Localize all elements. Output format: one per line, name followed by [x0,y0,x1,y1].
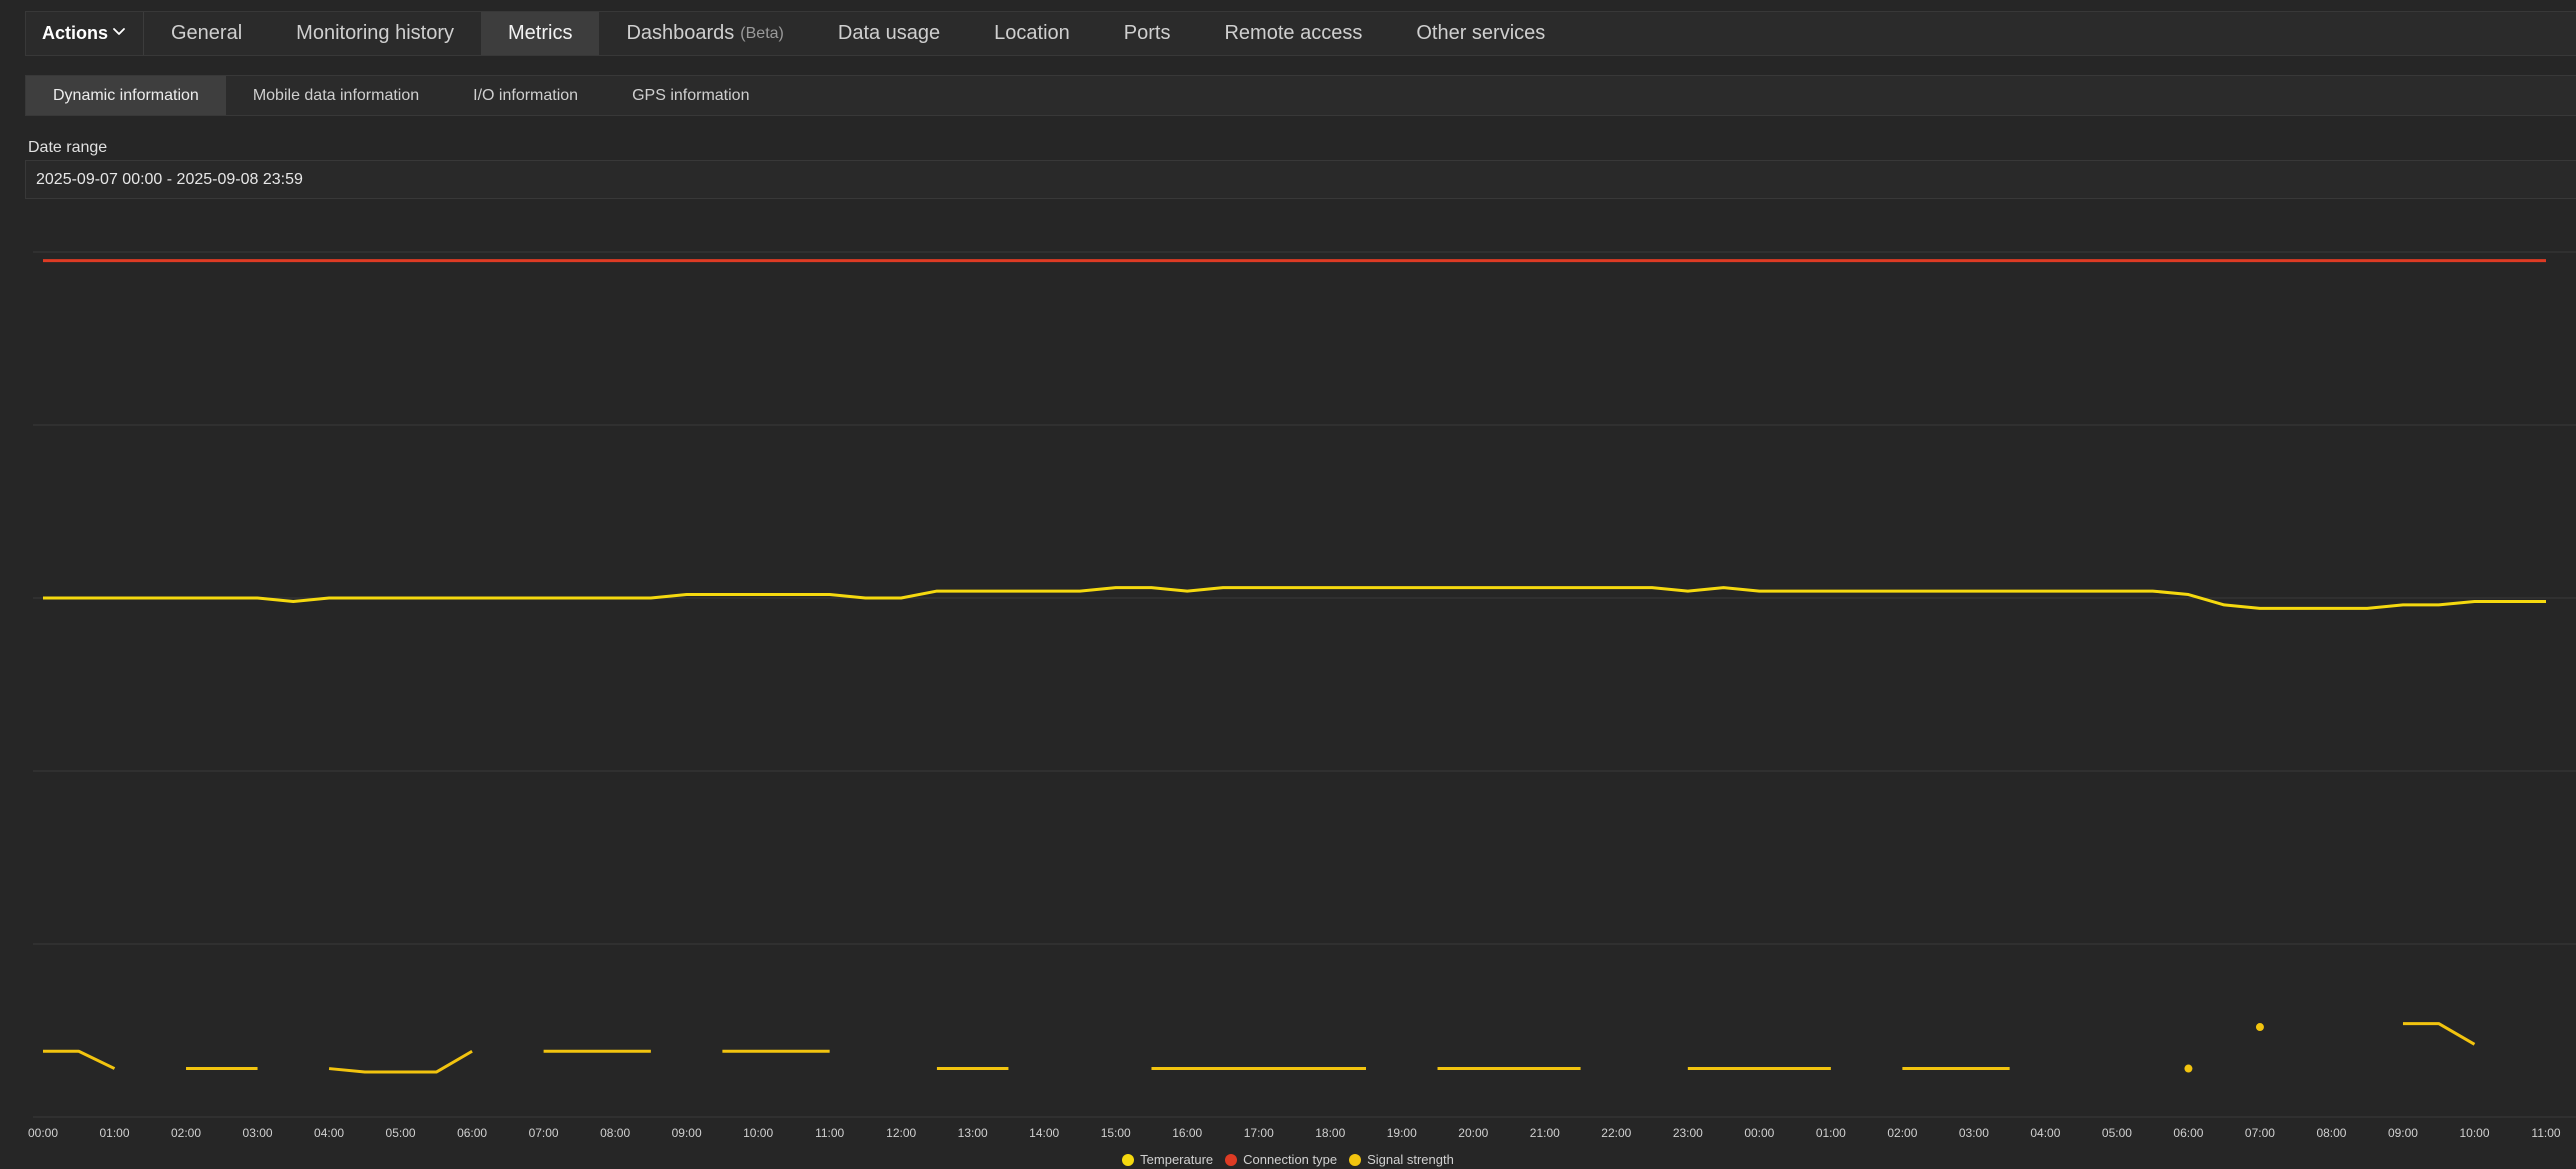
legend-item-connection-type[interactable]: Connection type [1225,1152,1337,1167]
tab-other-services[interactable]: Other services [1389,12,1572,55]
chart-legend: Temperature Connection type Signal stren… [0,1152,2576,1167]
tab-label: Location [994,22,1070,44]
legend-label: Connection type [1243,1152,1338,1167]
tab-remote-access[interactable]: Remote access [1197,12,1389,55]
tab-label: Ports [1123,22,1171,44]
x-tick-label: 11:00 [815,1126,844,1140]
signal-strength-point[interactable] [2184,1064,2193,1073]
x-tick-label: 07:00 [529,1126,559,1140]
x-tick-label: 08:00 [600,1126,630,1140]
x-tick-label: 16:00 [1172,1126,1202,1140]
signal-strength-line[interactable] [328,1049,473,1074]
x-tick-label: 11:00 [2531,1126,2560,1140]
tab-label: General [171,22,243,44]
tab-label: Data usage [837,22,941,44]
x-tick-label: 04:00 [2030,1126,2060,1140]
tab-dashboards[interactable]: Dashboards (Beta) [599,12,810,55]
legend-dot-icon [1122,1153,1135,1166]
tab-monitoring-history[interactable]: Monitoring history [269,12,481,55]
signal-strength-line[interactable] [43,1049,116,1070]
signal-strength-point[interactable] [2255,1023,2264,1032]
x-tick-label: 12:00 [886,1126,916,1140]
subtab-gps-information[interactable]: GPS information [605,76,776,115]
tab-ports[interactable]: Ports [1097,12,1198,55]
x-tick-label: 09:00 [672,1126,702,1140]
x-tick-label: 08:00 [2316,1126,2346,1140]
x-tick-label: 03:00 [243,1126,273,1140]
tab-general[interactable]: General [144,12,269,55]
date-range-label: Date range [28,139,108,156]
actions-label: Actions [42,23,109,43]
signal-strength-line[interactable] [2402,1022,2476,1046]
legend-label: Signal strength [1367,1152,1454,1167]
x-tick-label: 06:00 [2173,1126,2203,1140]
metrics-chart: 00:00 01:00 02:00 03:00 04:00 05:00 06:00 07:00… [28,251,2576,1140]
x-tick-label: 04:00 [314,1126,344,1140]
x-tick-label: 13:00 [958,1126,988,1140]
legend-item-signal-strength[interactable]: Signal strength [1349,1152,1454,1167]
x-tick-label: 17:00 [1244,1126,1274,1140]
subtab-mobile-data-information[interactable]: Mobile data information [226,76,446,115]
tab-label: Remote access [1224,22,1363,44]
legend-item-temperature[interactable]: Temperature [1122,1152,1213,1167]
subtab-io-information[interactable]: I/O information [446,76,605,115]
top-navigation: Actions General Monitoring history Metri… [25,11,2576,56]
tab-metrics[interactable]: Metrics [481,12,600,55]
chart-grid [33,251,2576,1118]
actions-dropdown-button[interactable]: Actions [26,12,144,55]
tab-location[interactable]: Location [967,12,1097,55]
date-range-input[interactable]: 2025-09-07 00:00 - 2025-09-08 23:59 [25,160,2576,199]
subtab-label: Dynamic information [53,86,199,104]
subtab-label: I/O information [473,86,579,104]
x-tick-label: 05:00 [386,1126,416,1140]
chart-series [43,259,2546,1074]
x-tick-label: 02:00 [1887,1126,1917,1140]
subtab-dynamic-information[interactable]: Dynamic information [26,76,226,115]
x-axis-ticks: 00:00 01:00 02:00 03:00 04:00 05:00 06:00 07:00… [28,1126,2561,1140]
x-tick-label: 00:00 [28,1126,58,1140]
x-tick-label: 01:00 [99,1126,129,1140]
x-tick-label: 03:00 [1959,1126,1989,1140]
tab-label: Metrics [508,22,573,44]
x-tick-label: 01:00 [1816,1126,1846,1140]
x-tick-label: 21:00 [1530,1126,1560,1140]
x-tick-label: 15:00 [1101,1126,1131,1140]
tab-label: Dashboards [626,22,735,44]
x-tick-label: 19:00 [1387,1126,1417,1140]
x-tick-label: 14:00 [1029,1126,1059,1140]
x-tick-label: 00:00 [1744,1126,1774,1140]
x-tick-label: 23:00 [1673,1126,1703,1140]
subtab-label: GPS information [632,86,750,104]
x-tick-label: 10:00 [2459,1126,2489,1140]
legend-label: Temperature [1140,1152,1214,1167]
x-tick-label: 10:00 [743,1126,773,1140]
legend-dot-icon [1225,1153,1238,1166]
x-tick-label: 07:00 [2245,1126,2275,1140]
x-tick-label: 05:00 [2102,1126,2132,1140]
subtab-label: Mobile data information [252,86,420,104]
x-tick-label: 18:00 [1315,1126,1345,1140]
x-tick-label: 22:00 [1601,1126,1631,1140]
beta-badge: (Beta) [740,24,784,42]
tab-data-usage[interactable]: Data usage [811,12,967,55]
chevron-down-icon [111,23,127,44]
legend-dot-icon [1349,1153,1362,1166]
x-tick-label: 02:00 [171,1126,201,1140]
tab-label: Other services [1416,22,1546,44]
date-range-value: 2025-09-07 00:00 - 2025-09-08 23:59 [36,170,303,188]
x-tick-label: 06:00 [457,1126,487,1140]
x-tick-label: 20:00 [1458,1126,1488,1140]
tab-label: Monitoring history [296,22,454,44]
metrics-sub-navigation: Dynamic information Mobile data informat… [25,75,2576,116]
x-tick-label: 09:00 [2388,1126,2418,1140]
